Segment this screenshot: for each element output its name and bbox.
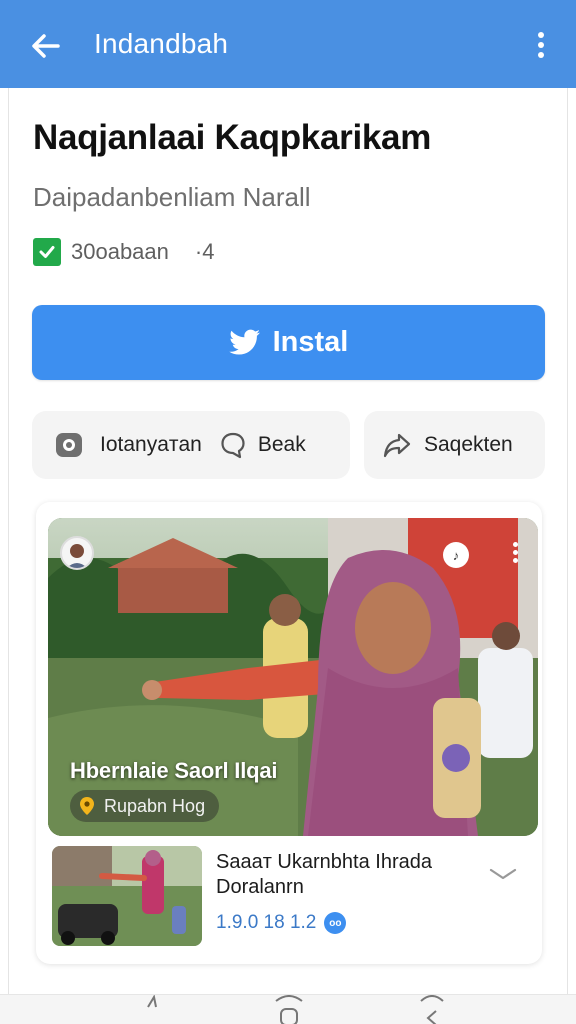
system-nav-bar [0, 994, 576, 1024]
location-label: Rupabn Hog [104, 795, 206, 816]
pin-icon [80, 797, 94, 815]
share-button[interactable]: Saqekten [364, 411, 545, 479]
related-thumbnail[interactable] [52, 846, 202, 946]
feature-caption: Hbernlaie Saorl Ilqai [70, 758, 278, 783]
feature-photo [48, 518, 538, 836]
action-label-share: Saqekten [424, 433, 513, 456]
recents-icon[interactable] [142, 995, 162, 1024]
developer-name[interactable]: Daipadanbenliam Narall [33, 182, 311, 213]
check-square-icon [33, 238, 61, 266]
avatar[interactable] [60, 536, 94, 570]
sound-icon[interactable]: ♪ [443, 542, 469, 568]
back-nav-icon[interactable] [418, 995, 446, 1024]
app-meta: 30oabaan ·4 [33, 236, 214, 268]
downloads-count: 30oabaan [71, 239, 169, 264]
bird-icon [228, 329, 260, 354]
app-name: Naqjanlaai Kaqpkarikam [33, 118, 432, 157]
back-button[interactable] [28, 28, 68, 64]
rating-value: ·4 [194, 239, 215, 264]
action-group: Iotanyaтan Beak [32, 411, 350, 479]
location-chip[interactable]: Rupabn Hog [70, 790, 220, 822]
card-more-button[interactable] [512, 542, 518, 566]
frame-divider-left [8, 88, 9, 998]
install-button[interactable]: Instal [32, 305, 545, 380]
more-options-button[interactable] [536, 32, 546, 60]
home-icon[interactable] [272, 995, 306, 1024]
comment-icon[interactable] [220, 431, 246, 459]
install-label: Instal [272, 326, 349, 358]
action-label-review[interactable]: Beak [258, 433, 306, 457]
share-icon [382, 431, 412, 459]
arrow-left-icon [32, 34, 60, 58]
app-bar: Indandbah [0, 0, 576, 88]
related-meta-text: 1.9.0 18 1.2 [216, 912, 317, 933]
feature-image[interactable]: ♪ Hbernlaie Saorl Ilqai Rupabn Hog [48, 518, 538, 836]
action-label-ask[interactable]: Iotanyaтan [100, 433, 202, 457]
more-vertical-icon [536, 32, 546, 58]
frame-divider-right [567, 88, 568, 998]
page-title: Indandbah [94, 28, 229, 59]
related-title[interactable]: Saaaт Ukarnbhta Ihrada Doralanrn [216, 850, 476, 900]
related-meta: 1.9.0 18 1.2 oo [216, 912, 347, 934]
more-vertical-icon [512, 542, 518, 563]
related-badge: oo [324, 912, 347, 934]
chat-bubble-icon[interactable] [54, 430, 84, 460]
chevron-down-icon[interactable] [488, 864, 518, 884]
